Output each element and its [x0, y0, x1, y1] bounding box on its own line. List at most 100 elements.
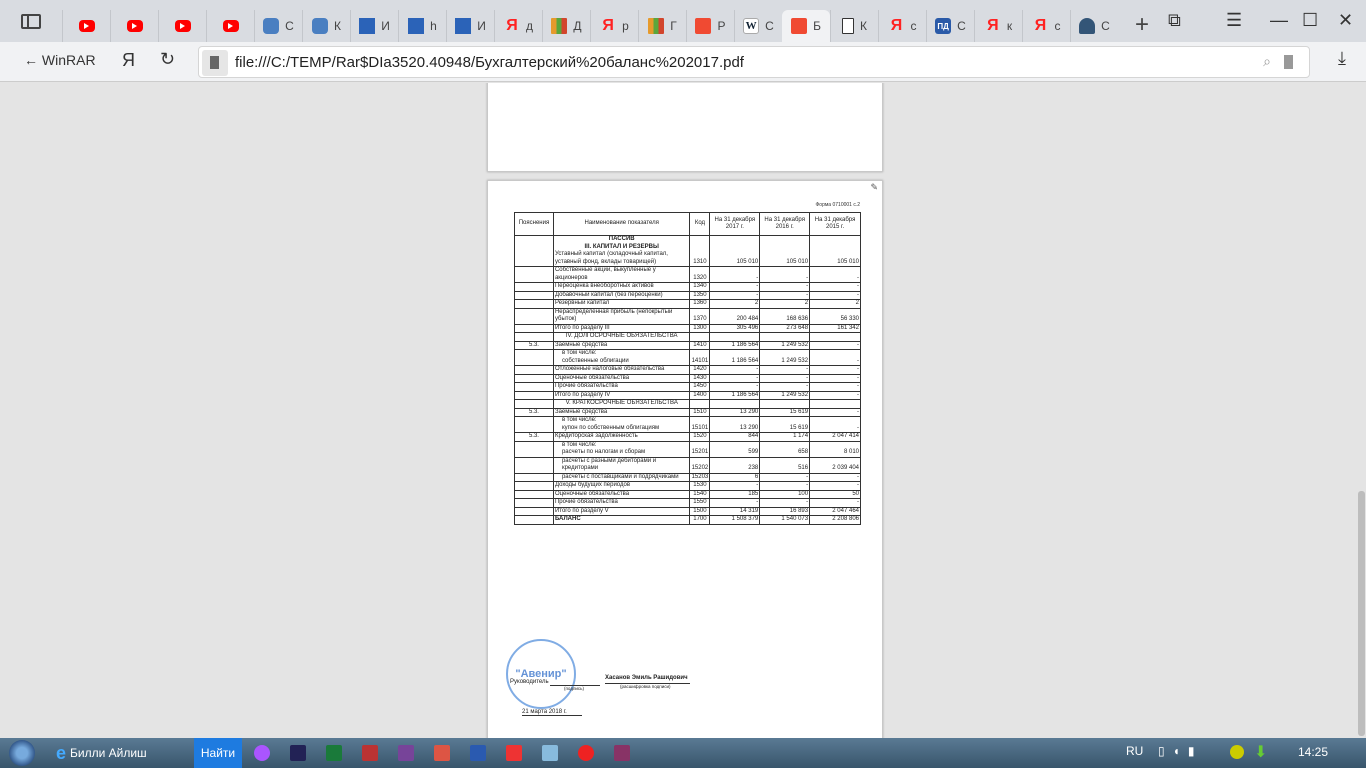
table-row: БАЛАНС 1700 1 508 379 1 540 073 2 208 806 — [514, 515, 861, 525]
ppt-taskbar-button[interactable] — [424, 739, 460, 767]
word-taskbar-button[interactable] — [460, 739, 496, 767]
tray-app-icon[interactable] — [1230, 745, 1244, 759]
url-text[interactable]: file:///C:/TEMP/Rar$DIa3520.40948/Бухгал… — [235, 54, 744, 71]
tab[interactable]: И — [446, 10, 494, 42]
scrollbar-thumb[interactable] — [1358, 491, 1365, 736]
tab-label: С — [957, 19, 966, 33]
indicator-name: Прочие обязательства — [552, 382, 691, 392]
tab[interactable]: Д — [542, 10, 590, 42]
code-cell: 1540 — [689, 489, 711, 499]
language-indicator[interactable]: RU — [1126, 744, 1143, 758]
code-cell: 1370 — [689, 307, 711, 325]
value-cell: - — [809, 407, 861, 417]
save-taskbar-button[interactable] — [280, 739, 316, 767]
table-row: ПАССИВ III. КАПИТАЛ И РЕЗЕРВЫ Уставный кап… — [514, 235, 861, 267]
tab-label: И — [477, 19, 486, 33]
tab[interactable]: h — [398, 10, 446, 42]
note-cell — [514, 307, 554, 325]
value-cell: - — [759, 266, 811, 283]
bookmark-icon[interactable] — [1284, 55, 1293, 69]
bookmarks-icon[interactable]: ⧉ — [1168, 10, 1181, 31]
note-cell — [514, 489, 554, 499]
tab[interactable]: WС — [734, 10, 782, 42]
yandex-browser-taskbar-button[interactable] — [568, 739, 604, 767]
subheading: в том числе: — [561, 350, 597, 356]
zoom-search-icon[interactable]: ⌕ — [1263, 53, 1271, 70]
pd-icon: ПД — [935, 18, 952, 34]
tab[interactable]: Як — [974, 10, 1022, 42]
yandex-browser-icon — [578, 745, 594, 761]
tab[interactable]: К — [830, 10, 878, 42]
tab-label: К — [860, 19, 867, 33]
close-button[interactable]: ✕ — [1338, 10, 1353, 31]
value-cell: 516 — [759, 456, 811, 474]
name-text: БАЛАНС — [554, 516, 581, 522]
tab[interactable]: Яд — [494, 10, 542, 42]
maximize-button[interactable]: ☐ — [1302, 10, 1318, 31]
tab[interactable]: К — [302, 10, 350, 42]
note-cell — [514, 290, 554, 300]
ie-label: Билли Айлиш — [70, 746, 147, 760]
tab[interactable]: С — [1070, 10, 1118, 42]
youtube-icon — [222, 20, 239, 32]
table-row: Отложенные налоговые обязательства 1420- -… — [514, 365, 861, 375]
pdf-viewer: ✎ Форма 0710001 с.2 Пояснения Наименовани… — [0, 83, 1366, 738]
alice-icon — [254, 745, 270, 761]
vertical-scrollbar[interactable] — [1356, 83, 1366, 738]
pen-icon[interactable]: ✎ — [870, 182, 878, 193]
yandex-taskbar-button[interactable] — [496, 739, 532, 767]
minimize-button[interactable]: — — [1270, 10, 1288, 31]
sidebar-toggle-button[interactable] — [0, 0, 62, 42]
tab[interactable]: Г — [638, 10, 686, 42]
onenote-taskbar-button[interactable] — [388, 739, 424, 767]
tab[interactable]: Яс — [1022, 10, 1070, 42]
menu-icon[interactable]: ☰ — [1226, 10, 1242, 31]
ie-taskbar-item[interactable]: e Билли Айлиш — [44, 743, 194, 764]
tray-icons[interactable]: ▯◖▮ — [1158, 744, 1202, 758]
tab[interactable]: Яр — [590, 10, 638, 42]
download-icon[interactable]: ⤓ — [1338, 48, 1346, 69]
tab[interactable] — [158, 10, 206, 42]
value-cell: - — [759, 382, 811, 392]
clock[interactable]: 14:25 — [1298, 745, 1328, 759]
value-cell: - — [759, 498, 811, 508]
tab[interactable]: Р — [686, 10, 734, 42]
sign-caption: (подпись) — [564, 686, 585, 691]
indicator-name: Нераспределенная прибыль (непокрытый убы… — [552, 307, 691, 325]
yandex-button[interactable]: Я — [122, 50, 135, 71]
shield-pdf-icon — [695, 18, 712, 34]
indicator-name: в том числе: расчеты по налогам и сборам — [552, 440, 691, 458]
winrar-taskbar-button[interactable] — [604, 739, 640, 767]
tab[interactable]: С — [254, 10, 302, 42]
tab[interactable]: ПД С — [926, 10, 974, 42]
note-cell — [514, 266, 554, 283]
address-bar[interactable]: file:///C:/TEMP/Rar$DIa3520.40948/Бухгал… — [198, 46, 1310, 78]
calculator-taskbar-button[interactable] — [532, 739, 568, 767]
alice-taskbar-button[interactable] — [244, 739, 280, 767]
download-tray-icon[interactable]: ⬇ — [1254, 742, 1267, 762]
back-button[interactable]: ← WinRAR — [24, 52, 96, 68]
new-tab-button[interactable]: + — [1118, 11, 1166, 39]
tab[interactable] — [110, 10, 158, 42]
value-cell: - — [809, 290, 861, 300]
note-cell — [514, 506, 554, 516]
table-row: Резервный капитал 1360 2 2 2 — [514, 299, 861, 309]
tab[interactable]: Яс — [878, 10, 926, 42]
note-cell — [514, 282, 554, 292]
tab[interactable]: Б — [782, 10, 830, 42]
value-cell: - — [709, 266, 761, 283]
reload-icon[interactable]: ↻ — [160, 49, 175, 70]
tab-label: С — [765, 19, 774, 33]
tab[interactable] — [206, 10, 254, 42]
note-cell — [514, 235, 554, 267]
excel-taskbar-button[interactable] — [316, 739, 352, 767]
indicator-name: Отложенные налоговые обязательства — [552, 365, 691, 375]
acrobat-taskbar-button[interactable] — [352, 739, 388, 767]
start-button[interactable] — [0, 738, 44, 768]
note-cell — [514, 390, 554, 400]
code-cell: 1420 — [689, 365, 711, 375]
indicator-name: Добавочный капитал (без переоценки) — [552, 290, 691, 300]
tab[interactable]: И — [350, 10, 398, 42]
search-button[interactable]: Найти — [194, 738, 242, 768]
tab[interactable] — [62, 10, 110, 42]
